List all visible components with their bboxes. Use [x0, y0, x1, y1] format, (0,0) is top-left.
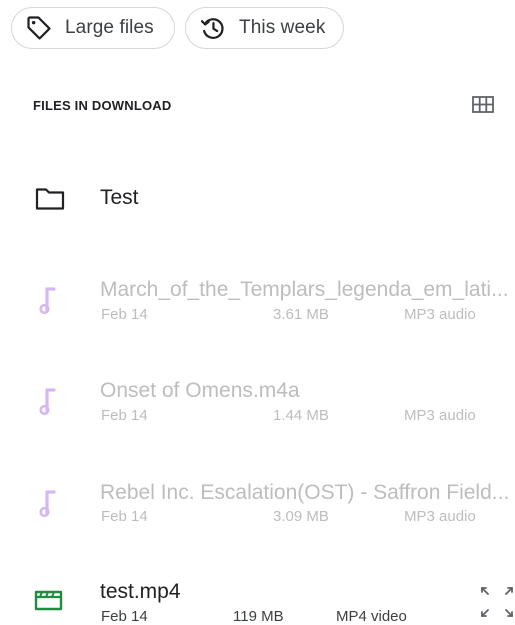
file-type: MP3 audio [404, 407, 476, 424]
list-item[interactable]: test.mp4 Feb 14 119 MB MP4 video [0, 574, 515, 625]
folder-icon [35, 186, 65, 217]
video-icon [34, 586, 64, 617]
file-type: MP3 audio [404, 306, 476, 323]
large-files-label: Large files [65, 17, 154, 38]
file-type: MP3 audio [404, 508, 476, 525]
file-type: MP4 video [336, 608, 407, 625]
file-date: Feb 14 [101, 508, 148, 525]
file-date: Feb 14 [101, 306, 148, 323]
file-name: test.mp4 [100, 580, 181, 603]
this-week-chip[interactable]: This week [185, 7, 344, 49]
section-title: FILES IN DOWNLOAD [33, 98, 172, 113]
folder-name: Test [100, 186, 139, 209]
file-name: March_of_the_Templars_legenda_em_lati... [100, 278, 509, 301]
audio-icon [38, 487, 58, 524]
folder-row[interactable]: Test [0, 170, 515, 230]
file-size: 119 MB [233, 608, 284, 625]
grid-view-icon[interactable] [471, 95, 495, 115]
list-item[interactable]: Onset of Omens.m4a Feb 14 1.44 MB MP3 au… [0, 371, 515, 431]
file-date: Feb 14 [101, 608, 148, 625]
tag-icon [25, 14, 53, 42]
audio-icon [38, 284, 58, 321]
file-size: 3.61 MB [273, 306, 329, 323]
large-files-chip[interactable]: Large files [11, 7, 175, 49]
filter-chips: Large files This week [11, 7, 344, 49]
file-name: Onset of Omens.m4a [100, 379, 300, 402]
history-icon [199, 14, 227, 42]
list-item[interactable]: March_of_the_Templars_legenda_em_lati...… [0, 270, 515, 330]
audio-icon [38, 385, 58, 422]
file-size: 1.44 MB [273, 407, 329, 424]
expand-icon[interactable] [479, 583, 515, 619]
file-size: 3.09 MB [273, 508, 329, 525]
list-item[interactable]: Rebel Inc. Escalation(OST) - Saffron Fie… [0, 473, 515, 533]
file-date: Feb 14 [101, 407, 148, 424]
this-week-label: This week [239, 17, 326, 38]
file-name: Rebel Inc. Escalation(OST) - Saffron Fie… [100, 481, 510, 504]
